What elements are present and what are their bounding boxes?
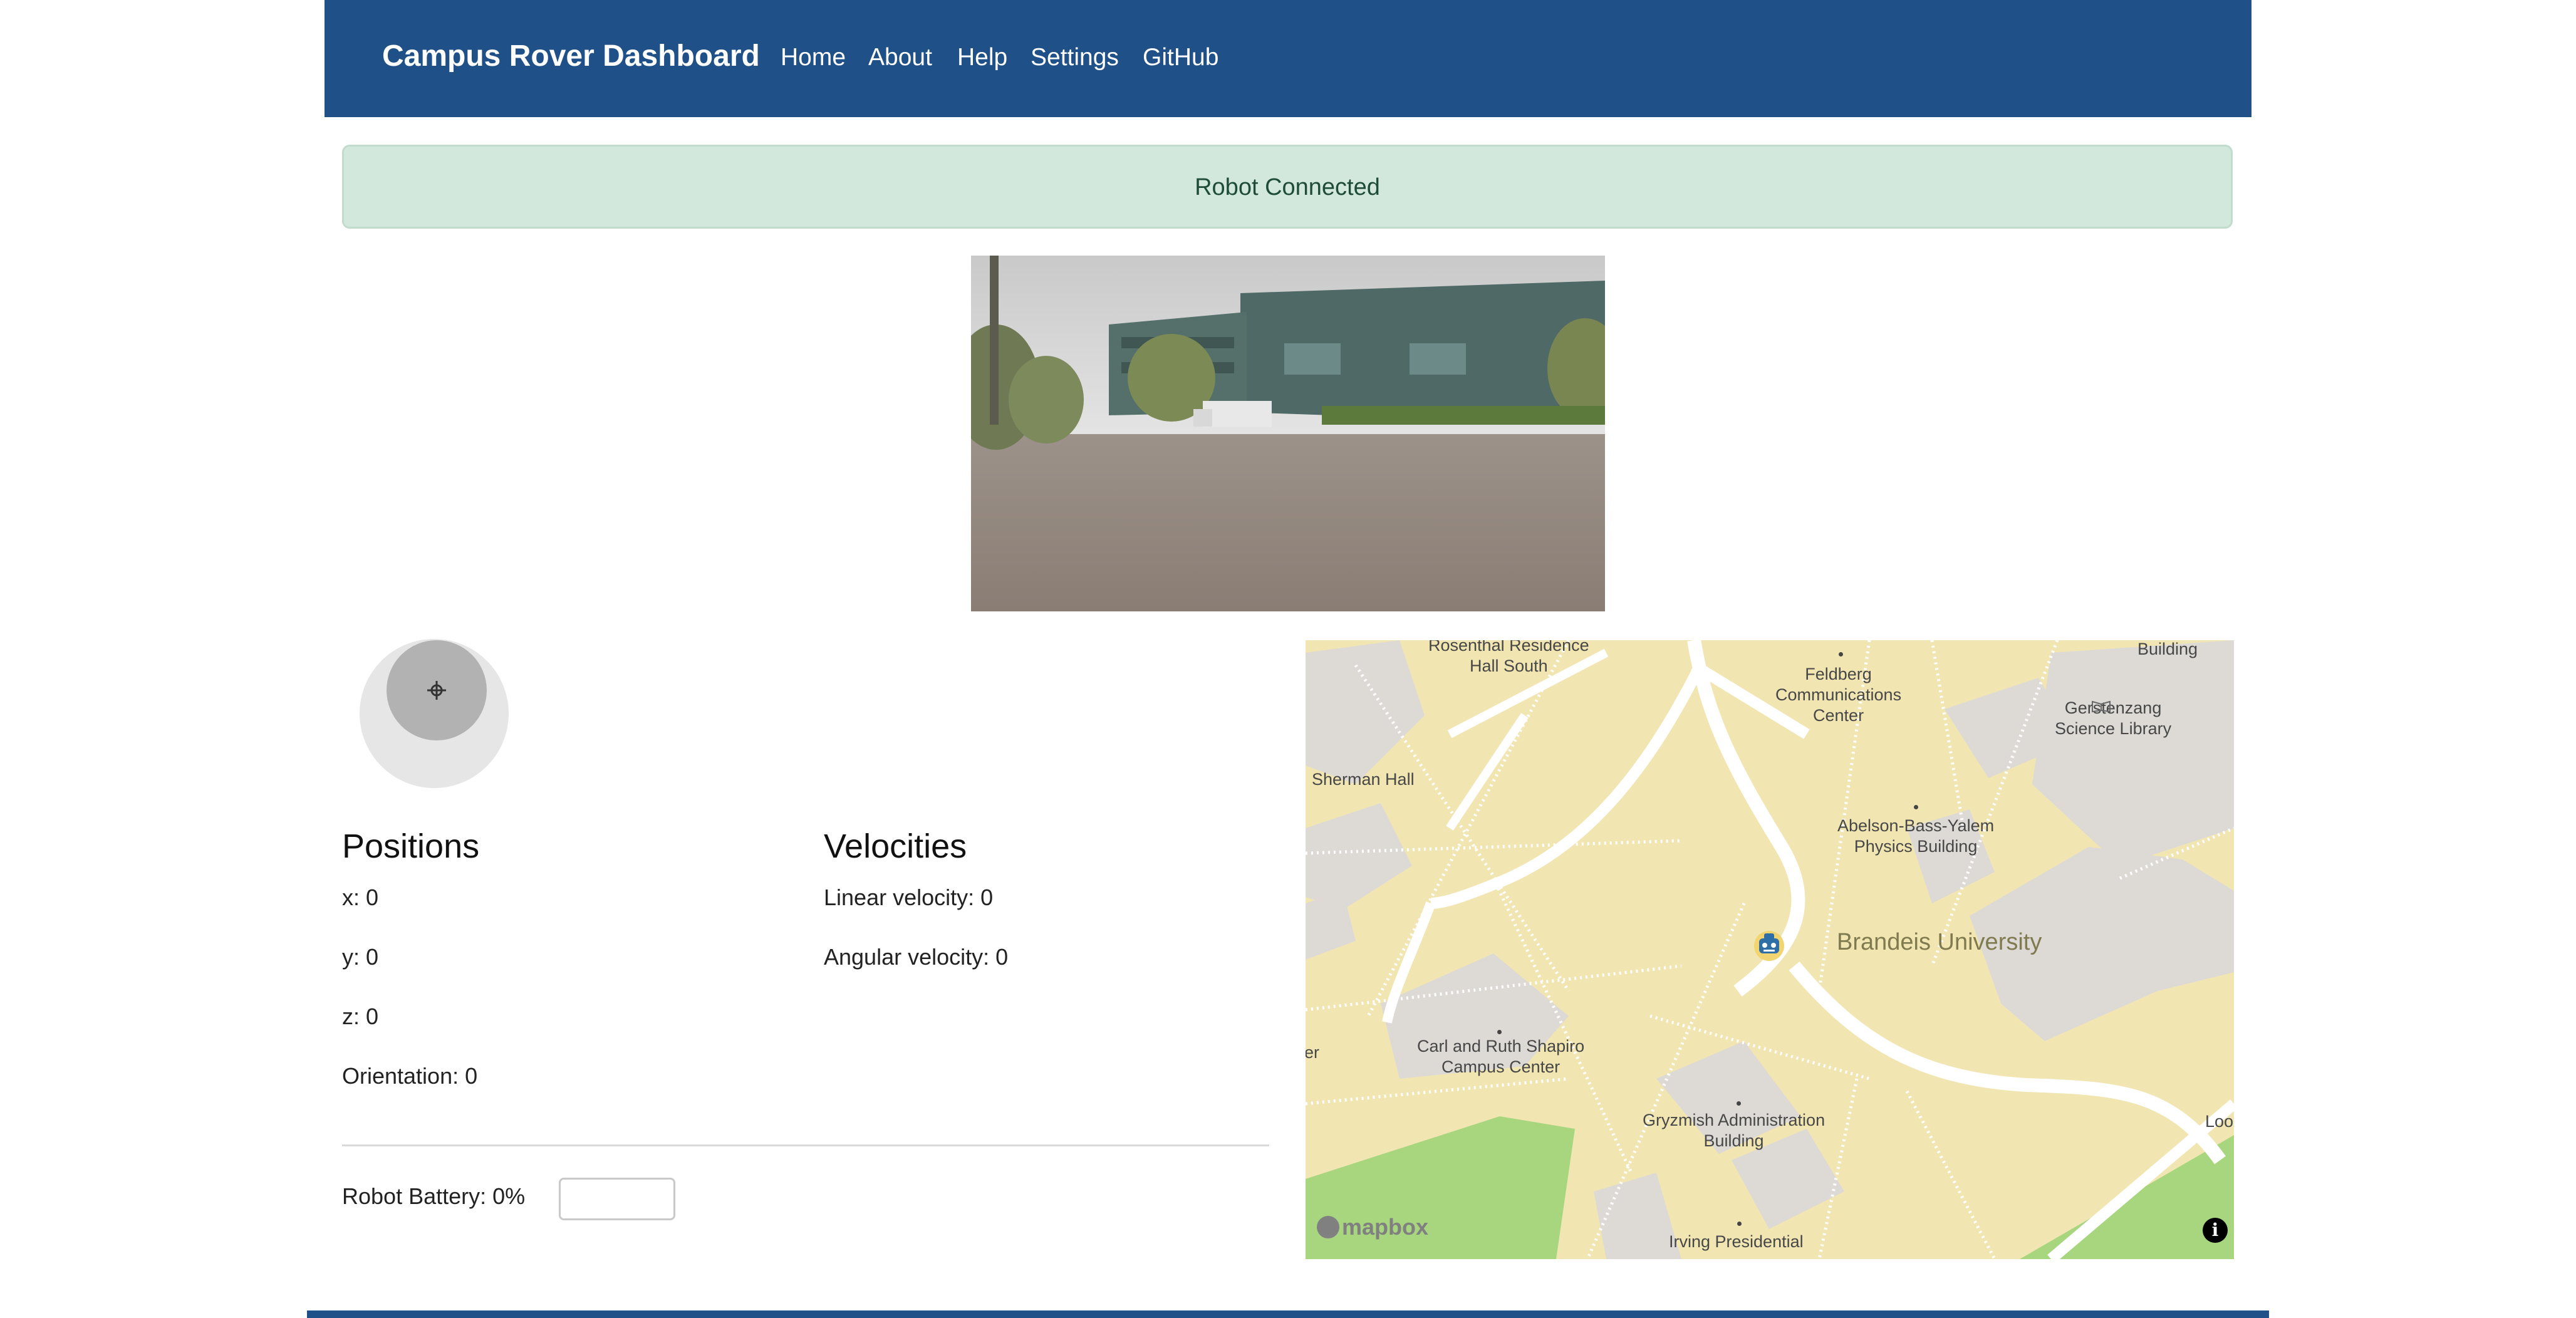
- battery-label: Robot Battery: 0%: [342, 1183, 526, 1209]
- brand-title[interactable]: Campus Rover Dashboard: [382, 39, 760, 73]
- map-poi-dot: [1737, 1101, 1741, 1106]
- map-label-er: er: [1306, 1043, 1320, 1062]
- map-label-feldberg: Feldberg Communications Center: [1775, 665, 1902, 725]
- navbar: Campus Rover Dashboard Home About Help S…: [325, 0, 2251, 117]
- map-label-gryzmish: Gryzmish Administration Building: [1643, 1111, 1826, 1150]
- map-label-loo: Loo: [2205, 1112, 2234, 1131]
- robot-icon[interactable]: [1753, 928, 1785, 961]
- section-divider: [342, 1144, 1269, 1146]
- map-poi-dot: [1839, 652, 1843, 656]
- velocities-title: Velocities: [824, 828, 967, 865]
- map-poi-dot: [1914, 805, 1918, 809]
- footer-bar: [307, 1310, 2269, 1318]
- map-label-brandeis: Brandeis University: [1837, 929, 2042, 955]
- positions-title: Positions: [342, 828, 480, 865]
- library-icon: [2092, 700, 2111, 713]
- campus-map[interactable]: Rosenthal Residence Hall South Building F…: [1306, 640, 2234, 1259]
- nav-link-settings[interactable]: Settings: [1031, 44, 1119, 71]
- camera-feed: [971, 256, 1605, 611]
- angular-velocity: Angular velocity: 0: [824, 944, 1009, 970]
- map-label-shapiro: Carl and Ruth Shapiro Campus Center: [1417, 1037, 1585, 1076]
- position-x: x: 0: [342, 885, 379, 910]
- map-poi-dot: [1497, 1030, 1502, 1034]
- map-label-sherman: Sherman Hall: [1312, 770, 1415, 789]
- position-z: z: 0: [342, 1004, 379, 1029]
- map-label-building: Building: [2137, 640, 2198, 658]
- connection-status-alert: Robot Connected: [342, 145, 2233, 229]
- info-icon[interactable]: i: [2203, 1218, 2228, 1243]
- map-label-abelson: Abelson-Bass-Yalem Physics Building: [1837, 816, 1995, 856]
- mapbox-label: mapbox: [1342, 1214, 1429, 1240]
- nav-link-help[interactable]: Help: [957, 44, 1007, 71]
- camera-feed-image: [971, 256, 1605, 611]
- map-label-rosenthal: Rosenthal Residence Hall South: [1428, 640, 1589, 675]
- mapbox-logo-icon: [1317, 1216, 1339, 1238]
- map-label-irving: Irving Presidential: [1669, 1232, 1804, 1251]
- nav-link-github[interactable]: GitHub: [1143, 44, 1218, 71]
- position-y: y: 0: [342, 944, 379, 970]
- orientation-value: Orientation: 0: [342, 1063, 478, 1089]
- mapbox-attribution[interactable]: mapbox: [1317, 1214, 1428, 1240]
- linear-velocity: Linear velocity: 0: [824, 885, 994, 910]
- connection-status-text: Robot Connected: [1195, 174, 1380, 200]
- nav-link-about[interactable]: About: [868, 44, 932, 71]
- map-label-gerstenzang: Gerstenzang Science Library: [2055, 698, 2172, 738]
- move-cross-icon: [427, 681, 446, 700]
- battery-input[interactable]: [559, 1178, 675, 1220]
- nav-link-home[interactable]: Home: [781, 44, 846, 71]
- map-poi-dot: [1737, 1222, 1742, 1226]
